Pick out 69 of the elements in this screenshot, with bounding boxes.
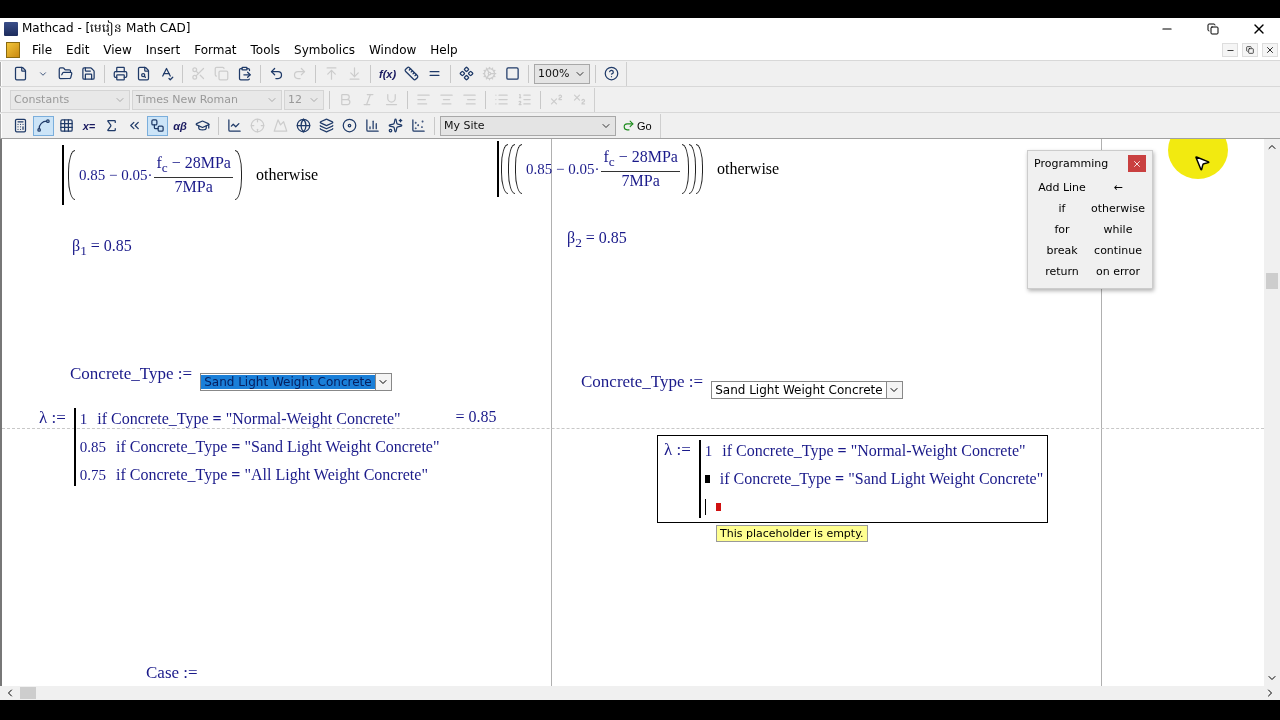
- fraction-denominator: 7MPa: [174, 177, 213, 196]
- programming-button[interactable]: on error: [1090, 262, 1146, 280]
- toolbar-button[interactable]: f(x): [376, 63, 400, 84]
- programming-button[interactable]: for: [1034, 220, 1090, 238]
- result-expression: β$_{2}$ = 0.85: [567, 229, 627, 252]
- variable-label: Concrete_Type :=: [581, 372, 704, 392]
- selected-region[interactable]: λ := 1 if Concrete_Type = "Normal-Weight Concrete" if Concrete_Type = "Sand Light Weight Concrete": [657, 435, 1049, 523]
- restore-icon[interactable]: [1207, 23, 1219, 35]
- row-value: 1: [79, 410, 88, 428]
- tooltip: This placeholder is empty.: [716, 525, 868, 542]
- restore-icon[interactable]: [1246, 46, 1254, 54]
- fraction-numerator: f$_{c}$ − 28MPa: [154, 154, 233, 178]
- row-value: 1: [704, 442, 713, 460]
- menu-item[interactable]: Format: [188, 43, 243, 57]
- if-condition: if Concrete_Type = "Normal-Weight Concrete": [97, 410, 401, 428]
- menu-item[interactable]: Insert: [139, 43, 187, 57]
- value-dropdown[interactable]: Sand Light Weight Concrete: [711, 381, 903, 399]
- result-value: = 0.85: [455, 408, 497, 426]
- mouse-pointer-icon: [1193, 154, 1211, 172]
- row-value: 0.85: [79, 438, 107, 456]
- spline-icon[interactable]: [33, 115, 54, 136]
- programming-button[interactable]: ←: [1090, 178, 1146, 196]
- menu-item[interactable]: Tools: [244, 43, 287, 57]
- variable-label: Concrete_Type :=: [70, 364, 193, 384]
- variable-label: Case :=: [146, 663, 198, 683]
- window-title: Mathcad - [មេរៀន Math CAD]: [22, 20, 192, 38]
- zoom-dropdown[interactable]: 100%: [534, 63, 591, 84]
- value-dropdown[interactable]: Sand Light Weight Concrete: [200, 373, 392, 391]
- menu-item[interactable]: Symbolics: [288, 43, 361, 57]
- menu-item[interactable]: View: [97, 43, 138, 57]
- if-condition: if Concrete_Type = "All Light Weight Concrete": [116, 466, 428, 484]
- programming-button[interactable]: break: [1034, 241, 1090, 259]
- if-condition: if Concrete_Type = "Sand Light Weight Concrete": [116, 438, 440, 456]
- condition-keyword: otherwise: [255, 166, 319, 184]
- app-logo: [4, 22, 18, 36]
- workflow-icon[interactable]: [147, 115, 168, 136]
- site-dropdown[interactable]: My Site: [440, 115, 616, 136]
- menu-item[interactable]: File: [26, 43, 59, 57]
- math-expression: 0.85 − 0.05·: [79, 166, 153, 184]
- scrollbar-thumb[interactable]: [20, 687, 36, 699]
- fraction-numerator: f$_{c}$ − 28MPa: [601, 148, 680, 172]
- lambda-label: λ :=: [664, 440, 691, 460]
- if-condition: if Concrete_Type = "Normal-Weight Concrete": [722, 442, 1026, 460]
- placeholder-mark[interactable]: [704, 475, 710, 483]
- menu-item[interactable]: Edit: [60, 43, 96, 57]
- programming-button[interactable]: continue: [1090, 241, 1146, 259]
- condition-keyword: otherwise: [716, 160, 780, 178]
- if-condition: if Concrete_Type = "Sand Light Weight Concrete": [719, 470, 1044, 488]
- panel-title: Programming: [1034, 157, 1109, 170]
- programming-button[interactable]: if: [1034, 199, 1090, 217]
- result-expression: β$_{1}$ = 0.85: [72, 237, 132, 260]
- lambda-label: λ :=: [39, 408, 66, 428]
- math-expression: 0.85 − 0.05·: [526, 160, 600, 178]
- go-button[interactable]: Go: [618, 115, 656, 136]
- programming-button[interactable]: otherwise: [1090, 199, 1146, 217]
- programming-button[interactable]: while: [1090, 220, 1146, 238]
- toolbar-button[interactable]: x=: [79, 115, 99, 136]
- row-value: 0.75: [79, 466, 107, 484]
- restore-button[interactable]: [1242, 43, 1258, 57]
- programming-button[interactable]: return: [1034, 262, 1090, 280]
- menu-item[interactable]: Window: [363, 43, 423, 57]
- document-icon[interactable]: [6, 42, 20, 58]
- menu-item[interactable]: Help: [424, 43, 464, 57]
- scrollbar-thumb[interactable]: [1266, 273, 1278, 289]
- programming-button[interactable]: Add Line: [1034, 178, 1090, 196]
- toolbar-button[interactable]: αβ: [170, 115, 190, 136]
- fraction-denominator: 7MPa: [621, 171, 660, 190]
- math-region[interactable]: λ := 1 if Concrete_Type = "Normal-Weight Concrete" 0.85 if Concrete_Type = "Sand Light Weight Concrete" 0.75 if Concrete_Type = "All Light Weight Concrete" = 0.85: [32, 403, 502, 491]
- redo-arrow-icon[interactable]: [622, 119, 635, 132]
